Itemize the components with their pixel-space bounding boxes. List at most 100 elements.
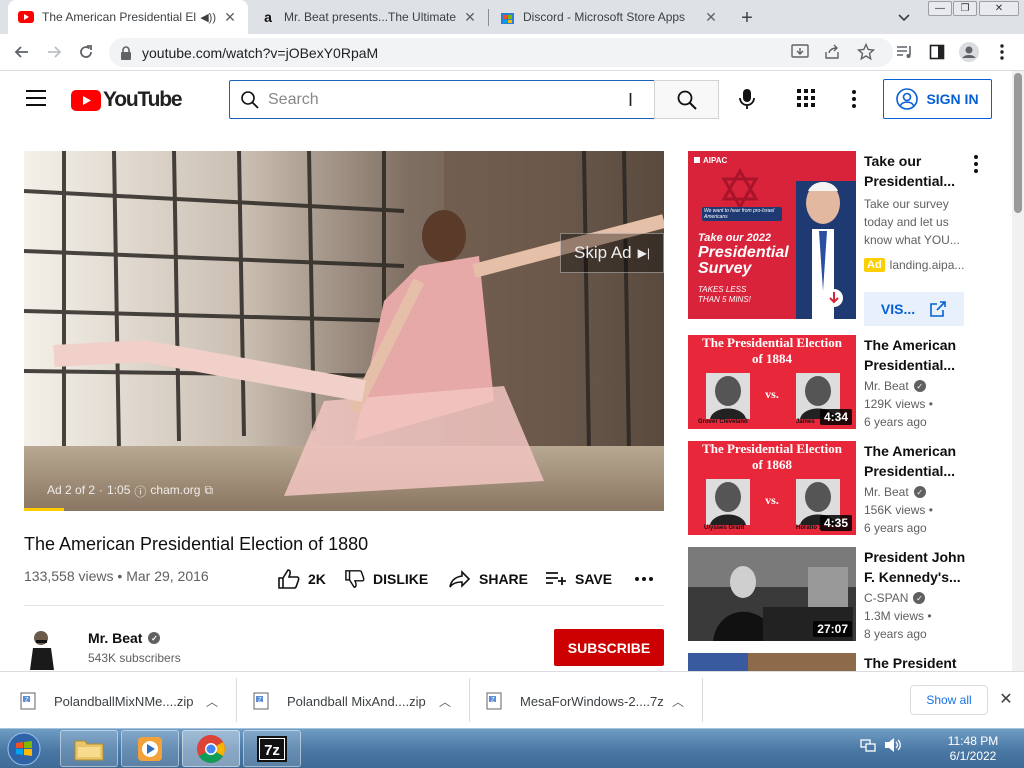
video-thumbnail[interactable]: 27:07 [688, 547, 856, 641]
save-button[interactable]: SAVE [545, 568, 612, 590]
info-icon[interactable]: ⓘ [134, 483, 146, 500]
youtube-logo[interactable]: YouTube [71, 88, 183, 112]
close-tab-icon[interactable]: ✕ [703, 9, 719, 25]
url-text[interactable]: youtube.com/watch?v=jOBexY0RpaM [142, 45, 378, 61]
dislike-button[interactable]: DISLIKE [345, 568, 428, 590]
volume-icon[interactable] [884, 737, 902, 758]
tab-amazon[interactable]: a Mr. Beat presents...The Ultimate ✕ [250, 0, 488, 34]
scrollbar-thumb[interactable] [1014, 73, 1022, 213]
subscriber-count: 543K subscribers [88, 651, 181, 665]
taskbar-file-explorer[interactable] [60, 730, 118, 767]
address-bar[interactable]: youtube.com/watch?v=jOBexY0RpaM [109, 38, 893, 67]
back-arrow-icon[interactable] [12, 42, 32, 62]
video-title[interactable]: The American Presidential... [864, 441, 974, 481]
external-link-icon [930, 301, 946, 317]
visit-label: VIS... [880, 301, 916, 317]
voice-search-button[interactable] [733, 85, 761, 113]
ad-domain-link[interactable]: cham.org [150, 483, 200, 500]
search-input[interactable] [268, 90, 608, 109]
minimize-window-button[interactable]: — [928, 1, 952, 16]
channel-name[interactable]: Mr. Beat ✓ [88, 630, 161, 646]
skip-ad-button[interactable]: Skip Ad ▶| [560, 233, 664, 273]
search-button[interactable] [654, 80, 719, 119]
reload-icon[interactable] [76, 42, 96, 62]
forward-arrow-icon[interactable] [44, 42, 64, 62]
video-thumbnail[interactable]: vs. The Presidential Election of 1884 Gr… [688, 335, 856, 429]
ad-thumbnail[interactable]: AIPAC We want to hear from pro-Israel Am… [688, 151, 856, 319]
download-item[interactable]: Z MesaForWindows-2....7z ︿ [486, 679, 702, 723]
share-button[interactable]: SHARE [449, 568, 528, 590]
channel-avatar[interactable] [24, 626, 64, 670]
svg-text:Z: Z [491, 698, 495, 704]
video-thumbnail[interactable] [688, 653, 856, 671]
tab-youtube[interactable]: The American Presidential El ◀)) ✕ [8, 0, 248, 34]
close-window-button[interactable]: ✕ [979, 1, 1019, 16]
apps-grid-icon[interactable] [796, 88, 818, 110]
ad-source: Ad landing.aipa... [864, 258, 964, 272]
svg-text:Z: Z [25, 698, 29, 704]
media-controls-icon[interactable] [895, 42, 915, 62]
chevron-up-icon[interactable]: ︿ [672, 693, 684, 710]
taskbar-chrome[interactable] [182, 730, 240, 767]
channel-name[interactable]: C-SPAN [864, 591, 908, 605]
recommended-video[interactable]: 27:07 President John F. Kennedy's... C-S… [688, 547, 1008, 641]
tab-discord-store[interactable]: Discord - Microsoft Store Apps ✕ [489, 0, 729, 34]
media-player-icon [138, 736, 162, 761]
like-button[interactable]: 2K [278, 568, 326, 590]
download-item[interactable]: Z Polandball MixAnd....zip ︿ [253, 679, 469, 723]
profile-avatar-icon[interactable] [959, 42, 979, 62]
thumb-label-right: Horatio S [796, 525, 823, 531]
lock-icon[interactable] [120, 46, 132, 65]
svg-text:Z: Z [258, 698, 262, 704]
download-item[interactable]: Z PolandballMixNMe....zip ︿ [20, 679, 236, 723]
new-tab-button[interactable]: + [736, 7, 758, 29]
chrome-icon [197, 734, 225, 763]
bookmark-star-icon[interactable] [856, 42, 876, 62]
recommended-video[interactable]: vs. The Presidential Election of 1868 Ul… [688, 441, 1008, 535]
install-app-icon[interactable] [790, 42, 810, 62]
video-title[interactable]: President John F. Kennedy's... [864, 547, 974, 587]
search-box[interactable]: I [229, 80, 655, 119]
external-link-icon[interactable]: ⧉ [204, 483, 213, 500]
video-player[interactable] [24, 151, 664, 511]
chevron-up-icon[interactable]: ︿ [439, 693, 451, 710]
7zip-icon: 7z [257, 735, 287, 762]
taskbar-media-player[interactable] [121, 730, 179, 767]
thumb-title: The Presidential Election of 1868 [702, 441, 842, 472]
view-count: 133,558 views [24, 568, 114, 584]
channel-name[interactable]: Mr. Beat [864, 485, 909, 499]
page-scrollbar[interactable] [1012, 71, 1024, 671]
video-title[interactable]: The American Presidential... [864, 335, 974, 375]
start-button[interactable] [4, 731, 44, 767]
ad-title[interactable]: Take our Presidential... [864, 151, 974, 191]
account-circle-icon [896, 88, 919, 110]
visit-site-button[interactable]: VIS... [864, 292, 964, 326]
tab-search-chevron-icon[interactable] [896, 9, 912, 25]
speaker-icon[interactable]: ◀)) [200, 11, 216, 24]
sign-in-button[interactable]: SIGN IN [883, 79, 992, 119]
recommended-video[interactable]: The President [688, 653, 1008, 671]
show-all-downloads-button[interactable]: Show all [910, 685, 988, 715]
close-downloads-icon[interactable]: ✕ [998, 691, 1014, 708]
network-icon[interactable] [860, 737, 876, 758]
browser-menu-icon[interactable] [992, 42, 1012, 62]
side-panel-icon[interactable] [927, 42, 947, 62]
video-thumbnail[interactable]: vs. The Presidential Election of 1868 Ul… [688, 441, 856, 535]
system-clock[interactable]: 11:48 PM 6/1/2022 [935, 734, 1011, 764]
close-tab-icon[interactable]: ✕ [462, 9, 478, 25]
settings-kebab-icon[interactable] [843, 88, 865, 110]
channel-name[interactable]: Mr. Beat [864, 379, 909, 393]
restore-window-button[interactable]: ❐ [953, 1, 977, 16]
ad-options-kebab-icon[interactable] [966, 154, 986, 174]
more-actions-icon[interactable] [635, 568, 661, 590]
recommended-video[interactable]: vs. The Presidential Election of 1884 Gr… [688, 335, 1008, 429]
close-tab-icon[interactable]: ✕ [222, 9, 238, 25]
video-title[interactable]: The President [864, 653, 974, 671]
subscribe-button[interactable]: SUBSCRIBE [554, 629, 664, 666]
chevron-up-icon[interactable]: ︿ [206, 693, 218, 710]
taskbar-7zip[interactable]: 7z [243, 730, 301, 767]
hamburger-menu-icon[interactable] [26, 90, 46, 106]
share-page-icon[interactable] [823, 42, 843, 62]
ad-counter: Ad 2 of 2 [47, 483, 96, 497]
downloads-bar: Z PolandballMixNMe....zip ︿ Z Polandball… [0, 671, 1024, 728]
